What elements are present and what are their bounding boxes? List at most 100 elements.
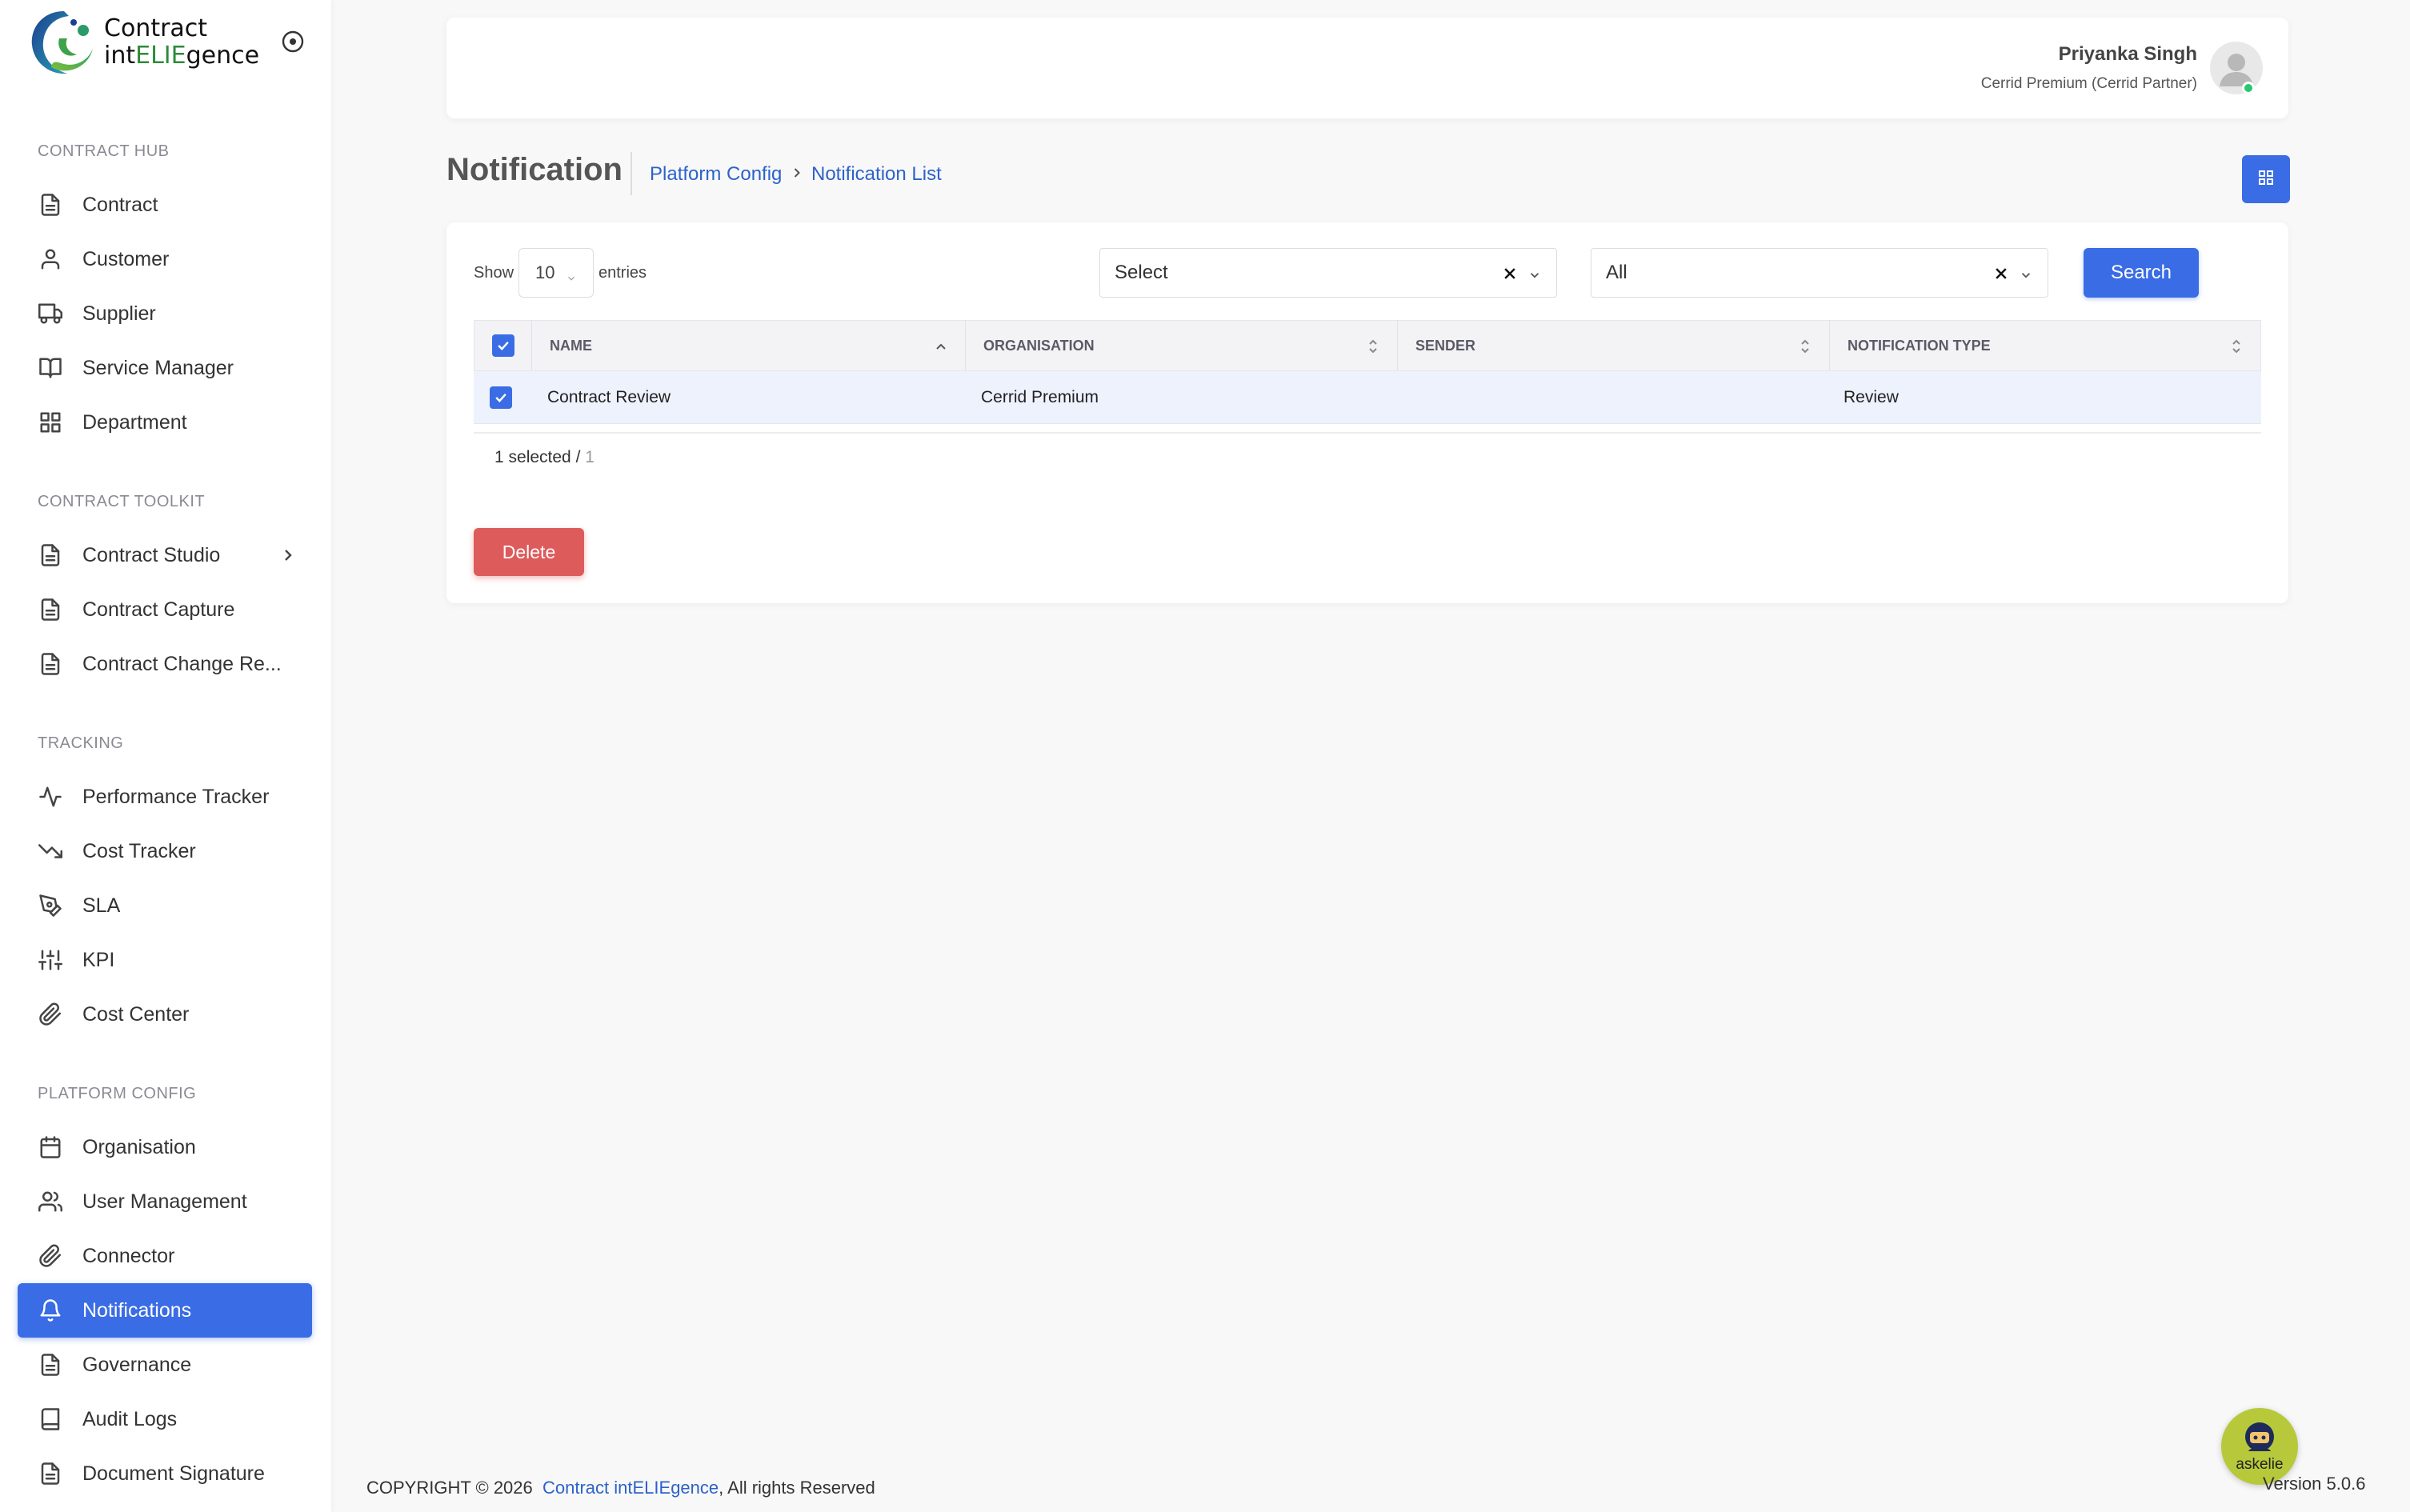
version-label: Version 5.0.6 [2263, 1474, 2366, 1494]
document-icon [38, 1352, 63, 1378]
truck-icon [38, 301, 63, 326]
document-icon [38, 651, 63, 677]
copyright-text: COPYRIGHT © 2026 [366, 1478, 533, 1498]
page-title: Notification [446, 152, 623, 187]
section-label-tracking: TRACKING [38, 734, 124, 752]
user-name[interactable]: Priyanka Singh [2059, 43, 2197, 66]
trending-down-icon [38, 838, 63, 864]
selection-count: 1 selected / 1 [494, 448, 594, 466]
grid-icon [38, 410, 63, 435]
sidebar-toggle-icon[interactable] [280, 29, 306, 54]
notification-list-card: Show 10 entries Select All Search NAME O… [446, 222, 2288, 603]
sidebar-item-service-manager[interactable]: Service Manager [18, 341, 312, 395]
chevron-down-icon[interactable] [2019, 266, 2033, 280]
paperclip-icon [38, 1002, 63, 1027]
document-icon [38, 542, 63, 568]
book-open-icon [38, 355, 63, 381]
calendar-icon [38, 1134, 63, 1160]
select-all-checkbox[interactable] [491, 334, 514, 357]
sidebar-item-governance[interactable]: Governance [18, 1338, 312, 1392]
grid-icon [2256, 168, 2276, 191]
section-label-platform-config: PLATFORM CONFIG [38, 1085, 197, 1102]
avatar[interactable] [2210, 42, 2263, 94]
sort-icon[interactable] [1367, 338, 1379, 355]
sort-icon[interactable] [2230, 338, 2243, 355]
sidebar-item-connector[interactable]: Connector [18, 1229, 312, 1283]
sidebar-item-document-signature[interactable]: Document Signature [18, 1446, 312, 1501]
row-checkbox[interactable] [490, 386, 512, 409]
column-header-organisation[interactable]: ORGANISATION [966, 321, 1398, 370]
breadcrumb-platform-config[interactable]: Platform Config [650, 163, 782, 186]
footer-brand-link[interactable]: Contract intELIEgence [542, 1478, 719, 1498]
sidebar-item-label: User Management [82, 1190, 247, 1213]
column-header-label: SENDER [1415, 337, 1476, 354]
activity-icon [38, 784, 63, 810]
sidebar: Contract intELIEgence CONTRACT HUB Contr… [0, 0, 331, 1512]
section-label-contract-toolkit: CONTRACT TOOLKIT [38, 493, 206, 510]
sort-ascending-icon[interactable] [935, 338, 947, 355]
sidebar-item-audit-logs[interactable]: Audit Logs [18, 1392, 312, 1446]
sidebar-item-department[interactable]: Department [18, 395, 312, 450]
clear-icon[interactable] [1993, 265, 2009, 281]
notification-filter-select[interactable]: Select [1099, 248, 1557, 298]
pen-tool-icon [38, 893, 63, 918]
column-header-sender[interactable]: SENDER [1398, 321, 1830, 370]
bell-icon [38, 1298, 63, 1323]
sidebar-item-contract-capture[interactable]: Contract Capture [18, 582, 312, 637]
section-label-contract-hub: CONTRACT HUB [38, 142, 170, 160]
sidebar-item-cost-tracker[interactable]: Cost Tracker [18, 824, 312, 878]
sidebar-item-organisation[interactable]: Organisation [18, 1120, 312, 1174]
document-icon [38, 1461, 63, 1486]
user-organisation: Cerrid Premium (Cerrid Partner) [1980, 75, 2197, 92]
filter-select-value: Select [1115, 262, 1168, 283]
logo-line2: intELIEgence [104, 42, 260, 70]
footer-copyright: COPYRIGHT © 2026 Contract intELIEgence, … [366, 1478, 875, 1498]
sidebar-item-contract[interactable]: Contract [18, 178, 312, 232]
delete-button[interactable]: Delete [474, 528, 584, 576]
sliders-icon [38, 947, 63, 973]
table-divider [474, 432, 2261, 434]
chevron-down-icon[interactable] [1527, 266, 1542, 280]
type-filter-select[interactable]: All [1591, 248, 2048, 298]
sidebar-item-label: Contract Studio [82, 543, 221, 566]
sidebar-item-label: Governance [82, 1353, 192, 1376]
sidebar-item-label: Organisation [82, 1135, 196, 1158]
breadcrumb-notification-list[interactable]: Notification List [811, 163, 942, 186]
table-row[interactable]: Contract Review Cerrid Premium Review [474, 371, 2261, 424]
sidebar-item-contract-studio[interactable]: Contract Studio [18, 528, 312, 582]
column-header-name[interactable]: NAME [532, 321, 966, 370]
sidebar-item-label: Contract Change Re... [82, 652, 282, 675]
rights-text: , All rights Reserved [719, 1478, 875, 1498]
sidebar-item-notifications[interactable]: Notifications [18, 1283, 312, 1338]
sidebar-item-label: Performance Tracker [82, 785, 270, 808]
logo-mark-icon [27, 6, 101, 78]
table-header: NAME ORGANISATION SENDER NOTIFICATION TY… [474, 320, 2261, 371]
sidebar-item-supplier[interactable]: Supplier [18, 286, 312, 341]
entries-value: 10 [535, 262, 555, 282]
filter-all-value: All [1606, 262, 1627, 283]
book-icon [38, 1406, 63, 1432]
sidebar-item-kpi[interactable]: KPI [18, 933, 312, 987]
app-logo[interactable]: Contract intELIEgence [27, 6, 259, 78]
assistant-label: askelie [2236, 1456, 2284, 1473]
sidebar-item-performance-tracker[interactable]: Performance Tracker [18, 770, 312, 824]
clear-icon[interactable] [1502, 265, 1518, 281]
entries-label: entries [598, 264, 647, 282]
sidebar-item-customer[interactable]: Customer [18, 232, 312, 286]
sort-icon[interactable] [1799, 338, 1812, 355]
row-select-cell [490, 371, 522, 424]
cell-notification-type: Review [1844, 388, 1899, 406]
sidebar-item-cost-center[interactable]: Cost Center [18, 987, 312, 1042]
column-header-notification-type[interactable]: NOTIFICATION TYPE [1830, 321, 2260, 370]
chevron-right-icon [789, 165, 805, 181]
sidebar-item-label: Customer [82, 247, 170, 270]
sidebar-item-user-management[interactable]: User Management [18, 1174, 312, 1229]
document-icon [38, 597, 63, 622]
sidebar-item-label: Contract Capture [82, 598, 235, 621]
cell-organisation: Cerrid Premium [981, 388, 1099, 406]
search-button[interactable]: Search [2084, 248, 2199, 298]
grid-view-button[interactable] [2242, 155, 2290, 203]
sidebar-item-contract-change-request[interactable]: Contract Change Re... [18, 637, 312, 691]
sidebar-item-sla[interactable]: SLA [18, 878, 312, 933]
entries-per-page-select[interactable]: 10 [518, 248, 594, 298]
